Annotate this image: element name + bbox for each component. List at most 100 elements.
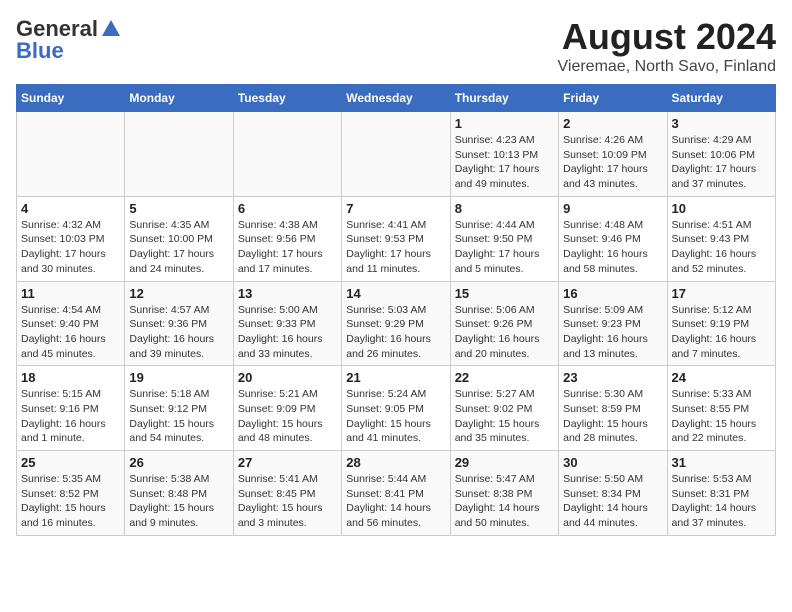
day-number: 28 <box>346 455 445 470</box>
calendar-cell: 20 Sunrise: 5:21 AMSunset: 9:09 PMDayligh… <box>233 366 341 451</box>
calendar-week-row: 11 Sunrise: 4:54 AMSunset: 9:40 PMDayligh… <box>17 281 776 366</box>
day-number: 4 <box>21 201 120 216</box>
weekday-header-sunday: Sunday <box>17 85 125 112</box>
calendar-cell: 8Sunrise: 4:44 AMSunset: 9:50 PMDaylight… <box>450 196 558 281</box>
day-number: 26 <box>129 455 228 470</box>
day-info: Sunrise: 5:53 AMSunset: 8:31 PMDaylight:… <box>672 472 771 531</box>
calendar-week-row: 4 Sunrise: 4:32 AMSunset: 10:03 PMDayligh… <box>17 196 776 281</box>
calendar-cell: 22 Sunrise: 5:27 AMSunset: 9:02 PMDayligh… <box>450 366 558 451</box>
calendar-cell: 29 Sunrise: 5:47 AMSunset: 8:38 PMDayligh… <box>450 451 558 536</box>
calendar-cell: 23 Sunrise: 5:30 AMSunset: 8:59 PMDayligh… <box>559 366 667 451</box>
day-number: 3 <box>672 116 771 131</box>
calendar-cell <box>125 112 233 197</box>
day-number: 19 <box>129 370 228 385</box>
day-info: Sunrise: 4:29 AMSunset: 10:06 PMDaylight… <box>672 133 771 192</box>
calendar-cell: 31 Sunrise: 5:53 AMSunset: 8:31 PMDayligh… <box>667 451 775 536</box>
day-info: Sunrise: 5:27 AMSunset: 9:02 PMDaylight:… <box>455 387 554 446</box>
weekday-header-row: SundayMondayTuesdayWednesdayThursdayFrid… <box>17 85 776 112</box>
day-info: Sunrise: 5:18 AMSunset: 9:12 PMDaylight:… <box>129 387 228 446</box>
day-info: Sunrise: 5:44 AMSunset: 8:41 PMDaylight:… <box>346 472 445 531</box>
calendar-cell <box>233 112 341 197</box>
weekday-header-wednesday: Wednesday <box>342 85 450 112</box>
day-info: Sunrise: 4:57 AMSunset: 9:36 PMDaylight:… <box>129 303 228 362</box>
calendar-cell: 26Sunrise: 5:38 AMSunset: 8:48 PMDayligh… <box>125 451 233 536</box>
calendar-cell: 21 Sunrise: 5:24 AMSunset: 9:05 PMDayligh… <box>342 366 450 451</box>
day-number: 5 <box>129 201 228 216</box>
day-info: Sunrise: 4:48 AMSunset: 9:46 PMDaylight:… <box>563 218 662 277</box>
page-title: August 2024 <box>558 16 776 58</box>
day-info: Sunrise: 5:09 AMSunset: 9:23 PMDaylight:… <box>563 303 662 362</box>
day-number: 31 <box>672 455 771 470</box>
day-info: Sunrise: 4:54 AMSunset: 9:40 PMDaylight:… <box>21 303 120 362</box>
day-info: Sunrise: 4:38 AMSunset: 9:56 PMDaylight:… <box>238 218 337 277</box>
weekday-header-monday: Monday <box>125 85 233 112</box>
day-info: Sunrise: 5:35 AMSunset: 8:52 PMDaylight:… <box>21 472 120 531</box>
calendar-cell: 3 Sunrise: 4:29 AMSunset: 10:06 PMDayligh… <box>667 112 775 197</box>
calendar-cell: 30Sunrise: 5:50 AMSunset: 8:34 PMDayligh… <box>559 451 667 536</box>
day-number: 16 <box>563 286 662 301</box>
day-info: Sunrise: 5:33 AMSunset: 8:55 PMDaylight:… <box>672 387 771 446</box>
day-info: Sunrise: 5:12 AMSunset: 9:19 PMDaylight:… <box>672 303 771 362</box>
calendar-cell: 7 Sunrise: 4:41 AMSunset: 9:53 PMDaylight… <box>342 196 450 281</box>
day-info: Sunrise: 5:00 AMSunset: 9:33 PMDaylight:… <box>238 303 337 362</box>
day-number: 29 <box>455 455 554 470</box>
calendar-cell <box>17 112 125 197</box>
day-number: 11 <box>21 286 120 301</box>
day-number: 22 <box>455 370 554 385</box>
day-info: Sunrise: 4:35 AMSunset: 10:00 PMDaylight… <box>129 218 228 277</box>
day-info: Sunrise: 4:51 AMSunset: 9:43 PMDaylight:… <box>672 218 771 277</box>
calendar-week-row: 1 Sunrise: 4:23 AMSunset: 10:13 PMDayligh… <box>17 112 776 197</box>
title-block: August 2024 Vieremae, North Savo, Finlan… <box>558 16 776 76</box>
calendar-cell: 5 Sunrise: 4:35 AMSunset: 10:00 PMDayligh… <box>125 196 233 281</box>
day-number: 12 <box>129 286 228 301</box>
day-number: 7 <box>346 201 445 216</box>
calendar-week-row: 18 Sunrise: 5:15 AMSunset: 9:16 PMDayligh… <box>17 366 776 451</box>
day-number: 30 <box>563 455 662 470</box>
calendar-cell: 13 Sunrise: 5:00 AMSunset: 9:33 PMDayligh… <box>233 281 341 366</box>
day-number: 10 <box>672 201 771 216</box>
day-number: 9 <box>563 201 662 216</box>
day-number: 24 <box>672 370 771 385</box>
calendar-cell: 14Sunrise: 5:03 AMSunset: 9:29 PMDayligh… <box>342 281 450 366</box>
calendar-cell: 27 Sunrise: 5:41 AMSunset: 8:45 PMDayligh… <box>233 451 341 536</box>
day-info: Sunrise: 5:06 AMSunset: 9:26 PMDaylight:… <box>455 303 554 362</box>
day-number: 1 <box>455 116 554 131</box>
day-number: 27 <box>238 455 337 470</box>
calendar-cell: 15Sunrise: 5:06 AMSunset: 9:26 PMDayligh… <box>450 281 558 366</box>
weekday-header-tuesday: Tuesday <box>233 85 341 112</box>
day-number: 13 <box>238 286 337 301</box>
calendar-cell: 18 Sunrise: 5:15 AMSunset: 9:16 PMDayligh… <box>17 366 125 451</box>
logo-blue: Blue <box>16 38 64 64</box>
day-number: 20 <box>238 370 337 385</box>
day-number: 17 <box>672 286 771 301</box>
day-info: Sunrise: 5:30 AMSunset: 8:59 PMDaylight:… <box>563 387 662 446</box>
day-info: Sunrise: 5:41 AMSunset: 8:45 PMDaylight:… <box>238 472 337 531</box>
logo-icon <box>100 18 122 40</box>
calendar-cell: 28 Sunrise: 5:44 AMSunset: 8:41 PMDayligh… <box>342 451 450 536</box>
logo: General Blue <box>16 16 122 64</box>
calendar-week-row: 25Sunrise: 5:35 AMSunset: 8:52 PMDayligh… <box>17 451 776 536</box>
day-info: Sunrise: 4:23 AMSunset: 10:13 PMDaylight… <box>455 133 554 192</box>
page-subtitle: Vieremae, North Savo, Finland <box>558 58 776 76</box>
day-number: 21 <box>346 370 445 385</box>
day-info: Sunrise: 4:41 AMSunset: 9:53 PMDaylight:… <box>346 218 445 277</box>
day-info: Sunrise: 5:47 AMSunset: 8:38 PMDaylight:… <box>455 472 554 531</box>
calendar-cell: 19 Sunrise: 5:18 AMSunset: 9:12 PMDayligh… <box>125 366 233 451</box>
day-info: Sunrise: 4:44 AMSunset: 9:50 PMDaylight:… <box>455 218 554 277</box>
day-number: 18 <box>21 370 120 385</box>
calendar-cell: 10 Sunrise: 4:51 AMSunset: 9:43 PMDayligh… <box>667 196 775 281</box>
calendar-cell <box>342 112 450 197</box>
day-info: Sunrise: 5:21 AMSunset: 9:09 PMDaylight:… <box>238 387 337 446</box>
day-info: Sunrise: 5:03 AMSunset: 9:29 PMDaylight:… <box>346 303 445 362</box>
calendar-cell: 17 Sunrise: 5:12 AMSunset: 9:19 PMDayligh… <box>667 281 775 366</box>
calendar-cell: 6Sunrise: 4:38 AMSunset: 9:56 PMDaylight… <box>233 196 341 281</box>
day-info: Sunrise: 5:15 AMSunset: 9:16 PMDaylight:… <box>21 387 120 446</box>
weekday-header-friday: Friday <box>559 85 667 112</box>
day-info: Sunrise: 4:32 AMSunset: 10:03 PMDaylight… <box>21 218 120 277</box>
calendar-table: SundayMondayTuesdayWednesdayThursdayFrid… <box>16 84 776 536</box>
weekday-header-thursday: Thursday <box>450 85 558 112</box>
day-info: Sunrise: 5:24 AMSunset: 9:05 PMDaylight:… <box>346 387 445 446</box>
page-header: General Blue August 2024 Vieremae, North… <box>16 16 776 76</box>
day-info: Sunrise: 4:26 AMSunset: 10:09 PMDaylight… <box>563 133 662 192</box>
day-number: 23 <box>563 370 662 385</box>
